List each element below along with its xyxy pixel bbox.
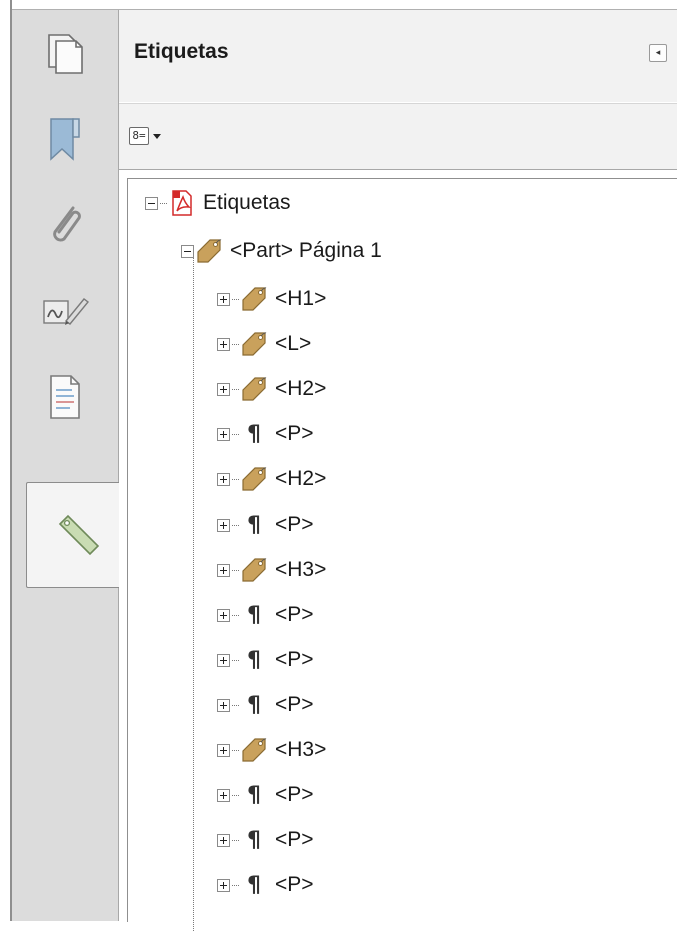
expand-toggle-icon[interactable] xyxy=(217,292,230,306)
tree-node-child[interactable]: ¶ <P> xyxy=(217,775,314,815)
expand-toggle-icon[interactable] xyxy=(217,833,230,847)
tree-node-root[interactable]: Etiquetas xyxy=(145,183,291,223)
expand-toggle-icon[interactable] xyxy=(217,608,230,622)
nav-button-tags[interactable] xyxy=(26,482,131,588)
tree-node-label: <P> xyxy=(275,422,314,445)
paragraph-icon: ¶ xyxy=(247,872,261,898)
tags-panel: Etiquetas ◂ 8= Etiquetas <Part> Página 1… xyxy=(119,10,677,931)
tree-node-label: <P> xyxy=(275,783,314,806)
tree-node-label: <P> xyxy=(275,603,314,626)
tree-node-child[interactable]: <H2> xyxy=(217,459,326,499)
tree-node-child[interactable]: <H3> xyxy=(217,730,326,770)
expand-toggle-icon[interactable] xyxy=(217,518,230,532)
expand-toggle-icon[interactable] xyxy=(217,653,230,667)
expand-toggle-icon[interactable] xyxy=(217,563,230,577)
tree-connector-line xyxy=(193,251,194,931)
panel-title: Etiquetas xyxy=(134,40,229,63)
expand-toggle-icon[interactable] xyxy=(217,788,230,802)
chevron-down-icon xyxy=(153,133,161,139)
expand-toggle-icon[interactable] xyxy=(217,698,230,712)
paperclip-icon xyxy=(43,200,87,250)
tree-node-label: <P> xyxy=(275,513,314,536)
tree-node-label: <H2> xyxy=(275,377,327,400)
document-icon xyxy=(45,372,85,422)
tree-node-child[interactable]: <H3> xyxy=(217,550,326,590)
tree-node-child[interactable]: ¶ <P> xyxy=(217,505,314,545)
window-top-border xyxy=(12,0,677,10)
expand-toggle-icon[interactable] xyxy=(217,743,230,757)
nav-button-content[interactable] xyxy=(12,354,118,440)
tree-node-label: Etiquetas xyxy=(203,191,291,214)
window-left-border xyxy=(0,0,12,921)
tree-node-child[interactable]: ¶ <P> xyxy=(217,685,314,725)
tree-node-label: <Part> Página 1 xyxy=(230,239,382,262)
tag-tree: Etiquetas <Part> Página 1 <H1> <L> <H2> … xyxy=(127,178,677,931)
collapse-panel-button[interactable]: ◂ xyxy=(649,44,667,62)
tag-icon xyxy=(241,285,267,313)
expand-toggle-icon[interactable] xyxy=(217,337,230,351)
options-toolbar: 8= xyxy=(119,103,677,170)
nav-button-attachments[interactable] xyxy=(12,182,118,268)
nav-button-bookmarks[interactable] xyxy=(12,96,118,182)
expand-toggle-icon[interactable] xyxy=(217,427,230,441)
tree-node-label: <H3> xyxy=(275,558,327,581)
expand-toggle-icon[interactable] xyxy=(217,878,230,892)
tree-node-label: <H2> xyxy=(275,467,327,490)
expand-toggle-icon[interactable] xyxy=(217,382,230,396)
signature-icon xyxy=(40,291,90,331)
paragraph-icon: ¶ xyxy=(247,647,261,673)
tree-node-child[interactable]: ¶ <P> xyxy=(217,865,314,905)
nav-button-page-thumbnails[interactable] xyxy=(12,10,118,96)
tree-node-child[interactable]: <H1> xyxy=(217,279,326,319)
paragraph-icon: ¶ xyxy=(247,602,261,628)
tree-node-label: <L> xyxy=(275,332,312,355)
paragraph-icon: ¶ xyxy=(247,827,261,853)
tree-node-child[interactable]: ¶ <P> xyxy=(217,820,314,860)
tag-icon xyxy=(241,736,267,764)
tree-node-label: <P> xyxy=(275,873,314,896)
collapse-toggle-icon[interactable] xyxy=(181,244,194,258)
tree-node-label: <H1> xyxy=(275,287,327,310)
paragraph-icon: ¶ xyxy=(247,512,261,538)
bookmark-icon xyxy=(45,113,85,165)
paragraph-icon: ¶ xyxy=(247,782,261,808)
navigation-pane xyxy=(12,10,131,921)
tag-icon xyxy=(241,330,267,358)
tree-node-part[interactable]: <Part> Página 1 xyxy=(181,231,382,271)
tree-node-label: <H3> xyxy=(275,738,327,761)
expand-toggle-icon[interactable] xyxy=(217,472,230,486)
tree-node-label: <P> xyxy=(275,693,314,716)
tag-icon xyxy=(241,556,267,584)
paragraph-icon: ¶ xyxy=(247,421,261,447)
panel-header: Etiquetas ◂ xyxy=(119,10,677,102)
tag-icon xyxy=(54,510,104,560)
pdf-icon xyxy=(169,189,195,217)
tree-node-child[interactable]: ¶ <P> xyxy=(217,595,314,635)
tag-icon xyxy=(196,237,222,265)
options-menu-icon: 8= xyxy=(129,127,149,145)
pages-icon xyxy=(45,31,85,75)
tree-node-label: <P> xyxy=(275,648,314,671)
options-menu-button[interactable]: 8= xyxy=(129,123,161,149)
paragraph-icon: ¶ xyxy=(247,692,261,718)
tree-node-child[interactable]: <H2> xyxy=(217,369,326,409)
tree-node-child[interactable]: ¶ <P> xyxy=(217,640,314,680)
tree-node-label: <P> xyxy=(275,828,314,851)
tag-icon xyxy=(241,375,267,403)
collapse-toggle-icon[interactable] xyxy=(145,196,158,210)
nav-button-signatures[interactable] xyxy=(12,268,118,354)
chevron-left-icon: ◂ xyxy=(655,48,661,58)
tree-node-child[interactable]: <L> xyxy=(217,324,311,364)
tree-node-child[interactable]: ¶ <P> xyxy=(217,414,314,454)
tag-icon xyxy=(241,465,267,493)
